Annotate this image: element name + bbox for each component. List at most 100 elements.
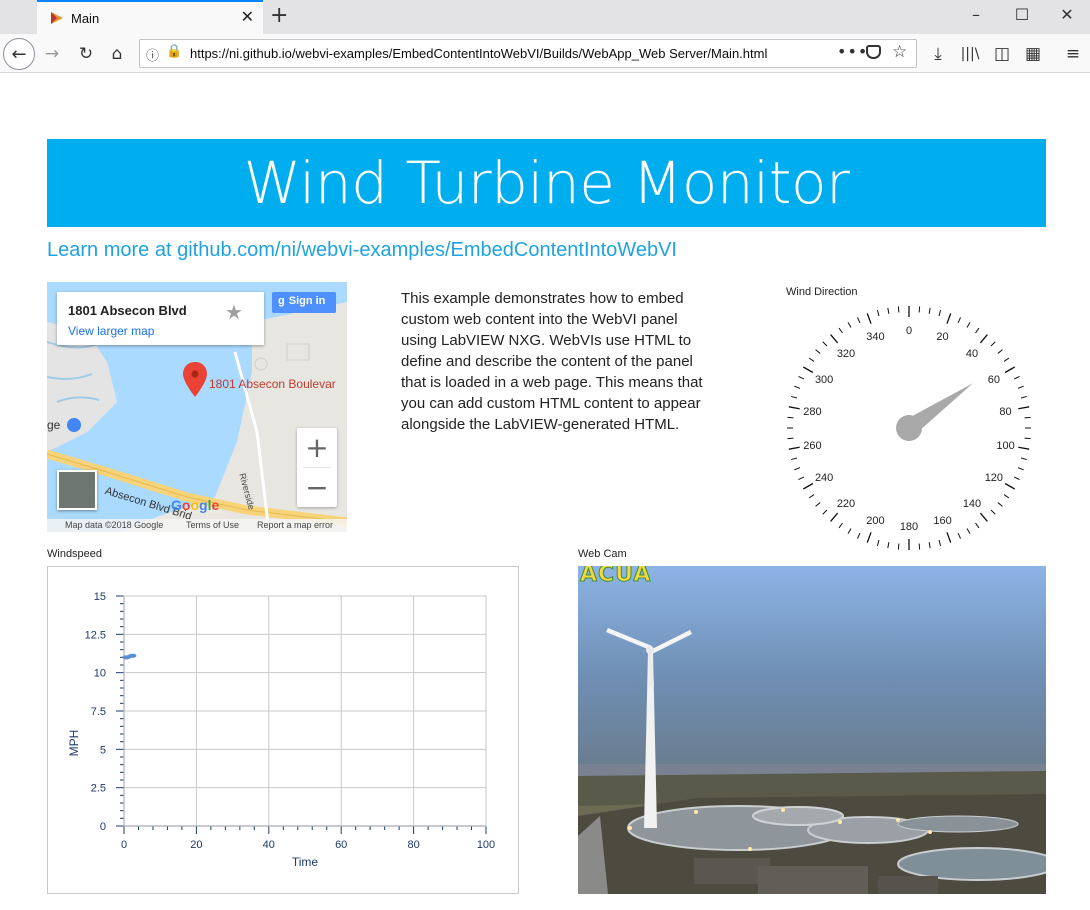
- map-place-card: 1801 Absecon Blvd View larger map ★: [57, 292, 264, 345]
- gauge-major-tick: [1004, 366, 1015, 374]
- gauge-minor-tick: [1003, 494, 1010, 499]
- y-tick-label: 7.5: [91, 706, 106, 718]
- windspeed-series-line: [124, 653, 135, 660]
- gauge-tick-label: 300: [815, 374, 833, 386]
- windspeed-chart: 0 20 40 60 80 100 0 2.5 5 7.5 10 12.5 15 Time MPH: [67, 591, 495, 869]
- gauge-major-tick: [788, 406, 800, 410]
- x-tick-label: 40: [263, 839, 275, 851]
- gauge-major-tick: [788, 446, 800, 450]
- save-star-icon[interactable]: ★: [225, 300, 243, 324]
- map-attribution-bar: Map data ©2018 Google Terms of Use Repor…: [47, 519, 347, 532]
- browser-tab[interactable]: Main ✕: [37, 0, 263, 34]
- gauge-minor-tick: [966, 528, 971, 534]
- gauge-tick-label: 320: [837, 348, 855, 360]
- download-icon[interactable]: ⤓: [924, 40, 952, 68]
- gauge-tick-label: 240: [815, 472, 833, 484]
- gauge-minor-tick: [966, 322, 971, 328]
- pocket-icon[interactable]: [866, 45, 881, 59]
- y-tick-label: 15: [94, 591, 106, 603]
- gauge-minor-tick: [918, 306, 921, 313]
- x-tick-label: 60: [335, 839, 347, 851]
- zoom-in-button[interactable]: +: [297, 428, 337, 467]
- gauge-minor-tick: [838, 522, 843, 529]
- labview-favicon-icon: [51, 12, 63, 24]
- gauge-major-tick: [979, 512, 988, 522]
- gauge-minor-tick: [928, 307, 931, 314]
- map-zoom-control: + −: [297, 428, 337, 507]
- gauge-minor-tick: [1017, 467, 1024, 471]
- window-close-icon[interactable]: ✕: [1044, 5, 1090, 24]
- y-tick-label: 0: [100, 821, 106, 833]
- menu-icon[interactable]: ≡: [1059, 40, 1087, 68]
- gauge-minor-tick: [791, 395, 798, 399]
- url-bar[interactable]: ⓘ 🔒 https://ni.github.io/webvi-examples/…: [139, 39, 917, 68]
- gauge-minor-tick: [815, 502, 821, 507]
- gauge-minor-tick: [838, 327, 843, 334]
- close-icon[interactable]: ✕: [241, 7, 254, 26]
- new-tab-icon[interactable]: +: [270, 3, 288, 28]
- gauge-minor-tick: [938, 539, 942, 546]
- gauge-major-tick: [979, 334, 988, 344]
- map-sign-in-button[interactable]: g Sign in: [272, 292, 336, 313]
- view-larger-map-link[interactable]: View larger map: [68, 324, 154, 338]
- satellite-toggle-thumbnail[interactable]: [57, 470, 97, 510]
- gauge-minor-tick: [856, 532, 861, 539]
- gauge-minor-tick: [1024, 437, 1031, 440]
- google-logo: Google: [171, 497, 220, 513]
- gauge-minor-tick: [808, 357, 815, 362]
- extensions-icon[interactable]: ▦: [1019, 40, 1047, 68]
- lock-warning-icon[interactable]: 🔒: [166, 44, 182, 59]
- gauge-tick-label: 220: [837, 498, 855, 510]
- gauge-minor-tick: [794, 467, 801, 471]
- report-map-error-link[interactable]: Report a map error: [257, 520, 333, 530]
- map-pin-label[interactable]: 1801 Absecon Boulevar: [209, 377, 336, 391]
- library-icon[interactable]: |||\: [956, 40, 984, 68]
- gauge-minor-tick: [876, 539, 880, 546]
- webcam-logo-overlay: ACUA: [579, 566, 652, 588]
- gauge-minor-tick: [897, 543, 900, 550]
- x-axis-title: Time: [292, 855, 319, 869]
- gauge-tick-label: 0: [906, 325, 912, 337]
- webcam-scene: [578, 566, 1046, 894]
- more-icon[interactable]: •••: [837, 42, 868, 61]
- gauge-major-tick: [1018, 446, 1030, 450]
- back-icon[interactable]: ←: [3, 38, 35, 70]
- gauge-minor-tick: [847, 322, 852, 328]
- sidebar-icon[interactable]: ◫: [988, 40, 1016, 68]
- zoom-out-button[interactable]: −: [297, 468, 337, 507]
- gauge-tick-label: 280: [803, 406, 821, 418]
- gauge-minor-tick: [1020, 395, 1027, 399]
- webcam-image: ACUA: [578, 566, 1046, 894]
- gauge-major-tick: [866, 532, 872, 543]
- gauge-minor-tick: [822, 341, 828, 347]
- info-icon[interactable]: ⓘ: [146, 45, 159, 64]
- gauge-tick-label: 80: [999, 406, 1011, 418]
- webcam-label: Web Cam: [578, 548, 627, 560]
- gauge-minor-tick: [887, 542, 890, 549]
- map-embed[interactable]: ge 1801 Absecon Boulevar Absecon Blvd Br…: [47, 282, 347, 532]
- gauge-minor-tick: [876, 310, 880, 317]
- gauge-minor-tick: [794, 385, 801, 389]
- terms-of-use-link[interactable]: Terms of Use: [186, 520, 239, 530]
- url-text[interactable]: https://ni.github.io/webvi-examples/Embe…: [190, 46, 805, 61]
- gauge-tick-label: 180: [900, 521, 918, 533]
- gauge-major-tick: [803, 366, 814, 374]
- minimize-icon[interactable]: –: [953, 5, 999, 24]
- sign-in-label: Sign in: [288, 295, 326, 307]
- gauge-minor-tick: [975, 327, 980, 334]
- tab-title: Main: [71, 11, 100, 26]
- learn-more-link[interactable]: Learn more at github.com/ni/webvi-exampl…: [47, 239, 677, 262]
- reload-icon[interactable]: ↻: [72, 40, 100, 68]
- y-tick-label: 10: [94, 668, 106, 680]
- y-tick-label: 2.5: [91, 783, 106, 795]
- forward-icon[interactable]: →: [38, 40, 66, 68]
- gauge-minor-tick: [928, 542, 931, 549]
- maximize-icon[interactable]: ☐: [999, 5, 1045, 24]
- gauge-minor-tick: [990, 341, 996, 347]
- browser-tab-bar: Main ✕ + – ☐ ✕: [0, 0, 1090, 34]
- home-icon[interactable]: ⌂: [103, 40, 131, 68]
- gauge-minor-tick: [1013, 476, 1020, 481]
- gauge-hub: [896, 415, 922, 441]
- gauge-major-tick: [1004, 482, 1015, 490]
- bookmark-star-icon[interactable]: ☆: [892, 42, 907, 62]
